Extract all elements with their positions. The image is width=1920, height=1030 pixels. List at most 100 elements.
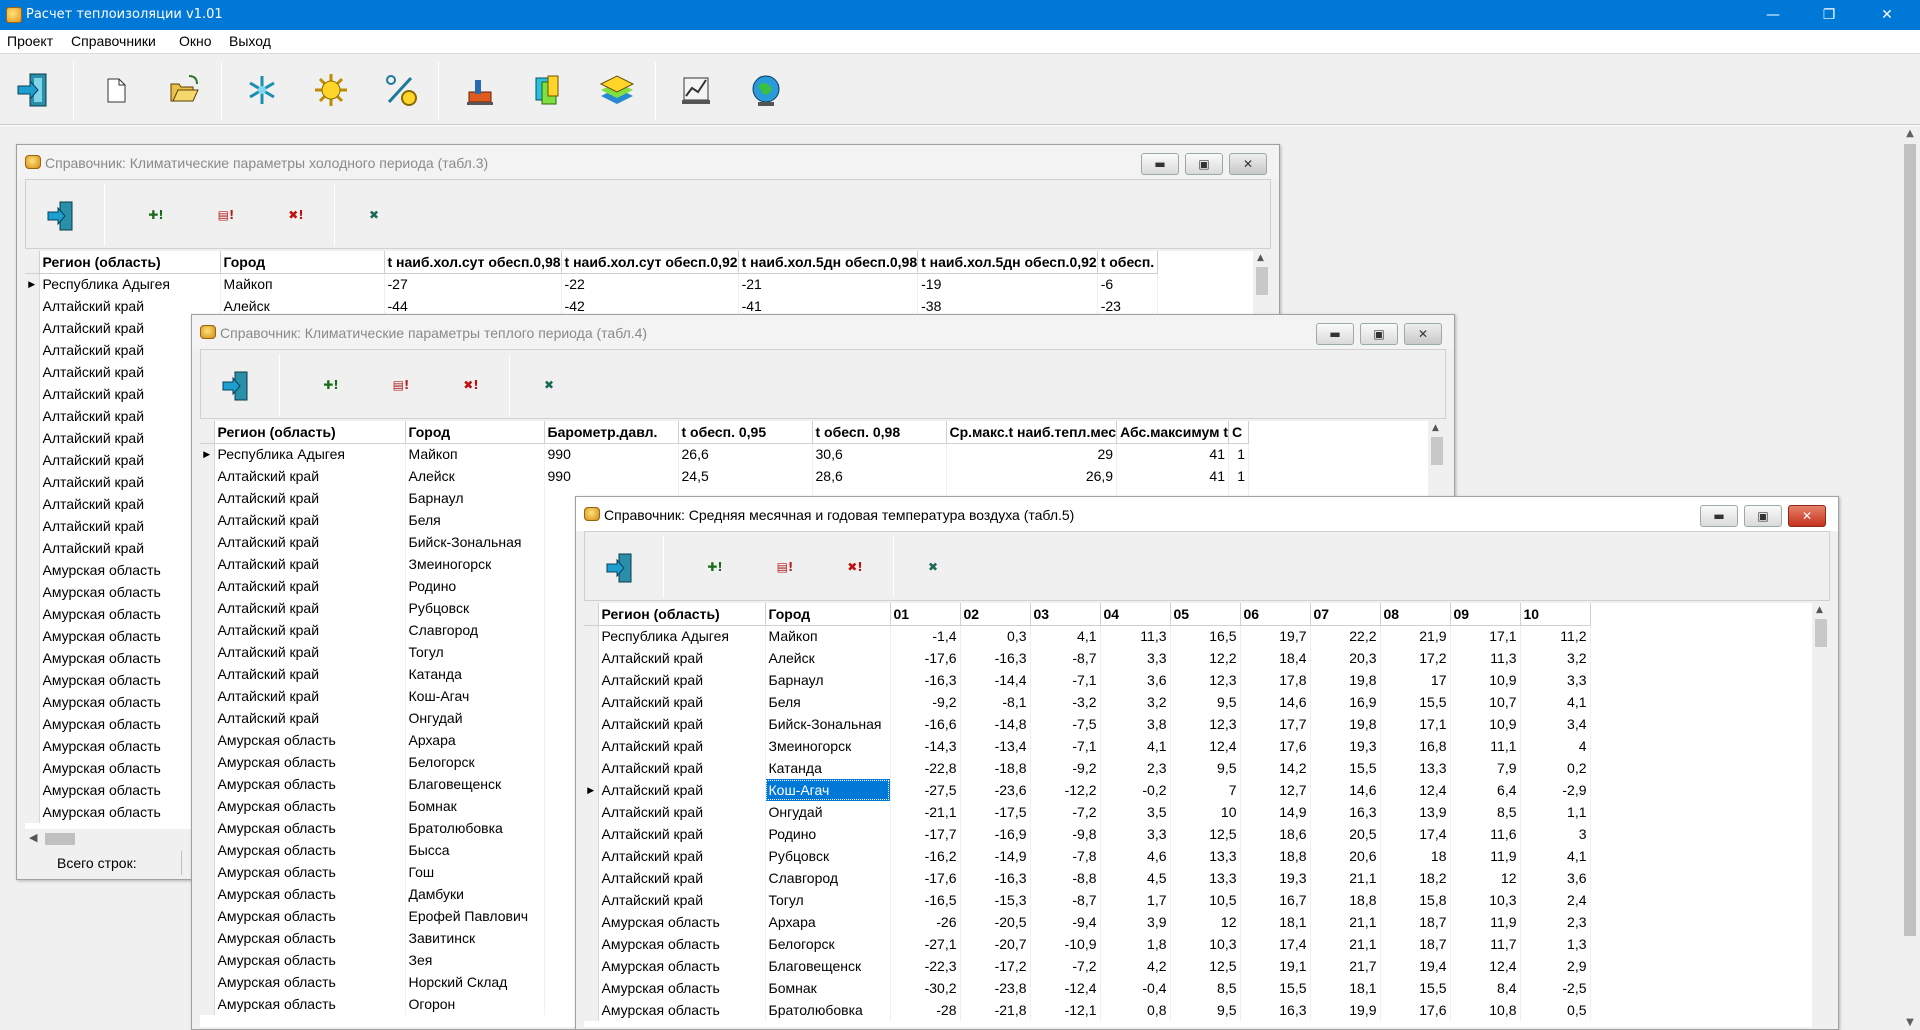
table-cell[interactable]: 11,9 [1450, 845, 1521, 867]
column-header[interactable]: 02 [960, 603, 1031, 626]
table-cell[interactable]: Онгудай [765, 801, 891, 823]
table-cell[interactable]: 15,5 [1380, 977, 1451, 999]
row-indicator[interactable] [200, 641, 215, 663]
table-cell[interactable]: 8,5 [1170, 977, 1241, 999]
table-cell[interactable]: Катанда [765, 757, 891, 779]
table-cell[interactable]: 19,3 [1240, 867, 1311, 889]
row-indicator[interactable] [200, 905, 215, 927]
table-cell[interactable]: Гош [405, 861, 545, 883]
table-cell[interactable]: 4,5 [1100, 867, 1171, 889]
table-cell[interactable]: 18,7 [1380, 933, 1451, 955]
table-cell[interactable]: Алтайский край [214, 597, 406, 619]
table-cell[interactable]: Амурская область [214, 949, 406, 971]
new-file-button[interactable] [88, 62, 144, 118]
row-indicator[interactable] [200, 751, 215, 773]
table-cell[interactable]: 12,4 [1170, 735, 1241, 757]
table-cell[interactable]: 12,4 [1450, 955, 1521, 977]
row-indicator[interactable] [200, 729, 215, 751]
scroll-thumb[interactable] [1256, 267, 1268, 295]
table-cell[interactable]: -17,5 [960, 801, 1031, 823]
menu-project[interactable]: Проект [7, 33, 53, 49]
row-indicator[interactable] [200, 861, 215, 883]
table-cell[interactable]: 11,3 [1450, 647, 1521, 669]
table-cell[interactable]: Майкоп [405, 443, 545, 465]
row-indicator[interactable] [25, 735, 40, 757]
grid-vertical-scrollbar[interactable]: ▲ [1812, 603, 1830, 1027]
table-cell[interactable]: 12 [1450, 867, 1521, 889]
row-indicator[interactable] [584, 647, 599, 669]
table-cell[interactable]: Бомнак [765, 977, 891, 999]
table-cell[interactable]: 19,7 [1240, 625, 1311, 647]
table-cell[interactable]: Беля [405, 509, 545, 531]
table-row[interactable]: Амурская область Архара -26 -20,5 -9,4 3,9 12 1… [584, 911, 1591, 933]
table-cell[interactable]: -21 [738, 273, 919, 295]
scroll-down-arrow-icon[interactable]: ▼ [1900, 1017, 1920, 1028]
table-cell[interactable]: 0,3 [960, 625, 1031, 647]
column-header[interactable]: 05 [1170, 603, 1241, 626]
table-row[interactable]: Республика Адыгея Майкоп -1,4 0,3 4,1 11,3 16,… [584, 625, 1591, 647]
export-excel-button[interactable]: ✖ [344, 188, 404, 242]
table-cell[interactable]: 14,9 [1240, 801, 1311, 823]
column-header[interactable]: С [1228, 421, 1249, 444]
export-excel-button[interactable]: ✖ [903, 540, 963, 594]
table-row[interactable]: Алтайский край Катанда -22,8 -18,8 -9,2 2,3 9,… [584, 757, 1591, 779]
row-indicator[interactable] [584, 669, 599, 691]
table-cell[interactable]: -6 [1097, 273, 1158, 295]
window-minimize-button[interactable]: ▬ [1700, 505, 1738, 527]
table-cell[interactable]: Алтайский край [598, 801, 766, 823]
table-row[interactable]: Алтайский край Онгудай -21,1 -17,5 -7,2 3,5 10… [584, 801, 1591, 823]
row-indicator[interactable] [200, 575, 215, 597]
row-indicator[interactable] [25, 405, 40, 427]
window-minimize-button[interactable]: ▬ [1316, 323, 1354, 345]
table-cell[interactable]: 24,5 [678, 465, 813, 487]
table-cell[interactable]: 8,5 [1450, 801, 1521, 823]
table-cell[interactable]: Алтайский край [214, 465, 406, 487]
table-cell[interactable]: 17,6 [1380, 999, 1451, 1021]
row-indicator[interactable] [200, 597, 215, 619]
row-indicator[interactable]: ▶ [200, 443, 215, 465]
monthly-temperature-window[interactable]: Справочник: Средняя месячная и годовая т… [575, 496, 1839, 1030]
row-indicator[interactable] [200, 509, 215, 531]
table-cell[interactable]: -20,7 [960, 933, 1031, 955]
table-cell[interactable]: 12,5 [1170, 823, 1241, 845]
table-cell[interactable]: -16,6 [890, 713, 961, 735]
window-close-button[interactable]: ✕ [1404, 323, 1442, 345]
window-maximize-button[interactable]: ▣ [1744, 505, 1782, 527]
table-cell[interactable]: Братолюбовка [765, 999, 891, 1021]
table-cell[interactable]: Алтайский край [214, 487, 406, 509]
table-cell[interactable]: 16,7 [1240, 889, 1311, 911]
row-indicator[interactable] [25, 427, 40, 449]
table-cell[interactable]: 4 [1520, 735, 1591, 757]
layers-button[interactable] [589, 62, 645, 118]
exit-button[interactable] [8, 62, 64, 118]
row-indicator[interactable] [200, 795, 215, 817]
table-cell[interactable]: 3,3 [1100, 823, 1171, 845]
column-header[interactable]: t наиб.хол.5дн обесп.0,92 [917, 251, 1098, 274]
row-indicator[interactable] [25, 559, 40, 581]
row-indicator[interactable] [200, 663, 215, 685]
table-cell[interactable]: Змеиногорск [405, 553, 545, 575]
column-header[interactable]: 07 [1310, 603, 1381, 626]
table-cell[interactable]: -17,7 [890, 823, 961, 845]
menu-exit[interactable]: Выход [229, 33, 271, 49]
row-indicator[interactable] [200, 707, 215, 729]
table-cell[interactable]: Благовещенск [765, 955, 891, 977]
table-row[interactable]: Алтайский край Славгород -17,6 -16,3 -8,8 4,5… [584, 867, 1591, 889]
pipe-button[interactable] [451, 62, 507, 118]
table-cell[interactable]: 9,5 [1170, 691, 1241, 713]
table-cell[interactable]: 3,3 [1520, 669, 1591, 691]
table-cell[interactable]: Алтайский край [598, 845, 766, 867]
table-cell[interactable]: -2,5 [1520, 977, 1591, 999]
row-indicator[interactable] [584, 735, 599, 757]
table-cell[interactable]: Амурская область [214, 927, 406, 949]
table-cell[interactable]: 19,3 [1310, 735, 1381, 757]
table-cell[interactable]: -27 [384, 273, 562, 295]
row-indicator[interactable] [25, 361, 40, 383]
table-cell[interactable]: Амурская область [214, 773, 406, 795]
table-cell[interactable]: Алтайский край [214, 575, 406, 597]
table-cell[interactable]: Майкоп [765, 625, 891, 647]
table-cell[interactable]: Братолюбовка [405, 817, 545, 839]
scroll-up-arrow-icon[interactable]: ▲ [1900, 128, 1920, 139]
table-cell[interactable]: 2,3 [1100, 757, 1171, 779]
table-cell[interactable]: Катанда [405, 663, 545, 685]
